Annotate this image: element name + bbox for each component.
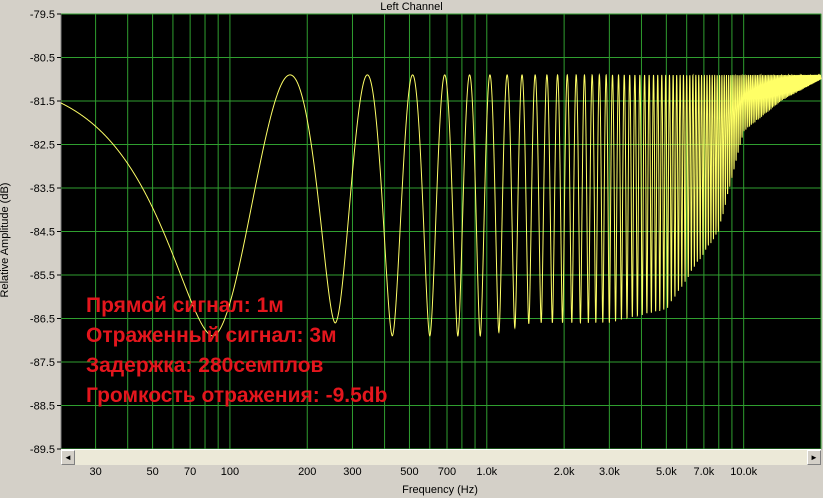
y-tick-label: -89.5: [30, 444, 55, 456]
x-tick-label: 700: [438, 466, 456, 478]
y-tick-label: -86.5: [30, 314, 55, 326]
annotation-reflected: Отраженный сигнал: 3м: [86, 324, 337, 347]
x-tick-label: 1.0k: [476, 466, 497, 478]
comb-filter-chart: -79.5 -80.5 -81.5 -82.5 -83.5 -84.5 -85.5 -86.5…: [30, 9, 822, 478]
scroll-right-button[interactable]: ►: [807, 450, 821, 465]
x-tick-label: 2.0k: [554, 466, 575, 478]
x-tick-label: 10.0k: [730, 466, 757, 478]
x-tick-label: 5.0k: [656, 466, 677, 478]
x-tick-label: 30: [89, 466, 101, 478]
y-tick-label: -80.5: [30, 53, 55, 65]
annotation-delay: Задержка: 280семплов: [86, 354, 324, 377]
horizontal-scrollbar[interactable]: ◄ ►: [61, 449, 821, 465]
x-tick-label: 300: [343, 466, 361, 478]
y-tick-labels: -79.5 -80.5 -81.5 -82.5 -83.5 -84.5 -85.5 -86.5…: [30, 9, 61, 456]
x-tick-label: 50: [146, 466, 158, 478]
annotation-direct: Прямой сигнал: 1м: [86, 294, 284, 317]
x-tick-label: 100: [221, 466, 239, 478]
y-tick-label: -88.5: [30, 401, 55, 413]
y-tick-label: -84.5: [30, 227, 55, 239]
y-tick-label: -85.5: [30, 270, 55, 282]
y-tick-label: -87.5: [30, 357, 55, 369]
y-tick-label: -79.5: [30, 9, 55, 21]
x-tick-label: 500: [400, 466, 418, 478]
x-tick-label: 70: [184, 466, 196, 478]
annotation-reflection-level: Громкость отражения: -9.5db: [86, 384, 388, 407]
y-tick-label: -82.5: [30, 140, 55, 152]
x-tick-labels: 30 50 70 100 200 300 500 700 1.0k 2.0k 3.0k 5.0k 7.0…: [89, 466, 757, 478]
y-tick-label: -83.5: [30, 183, 55, 195]
x-tick-label: 3.0k: [599, 466, 620, 478]
x-tick-label: 200: [298, 466, 316, 478]
x-tick-label: 7.0k: [693, 466, 714, 478]
scroll-left-button[interactable]: ◄: [61, 450, 75, 465]
y-tick-label: -81.5: [30, 96, 55, 108]
